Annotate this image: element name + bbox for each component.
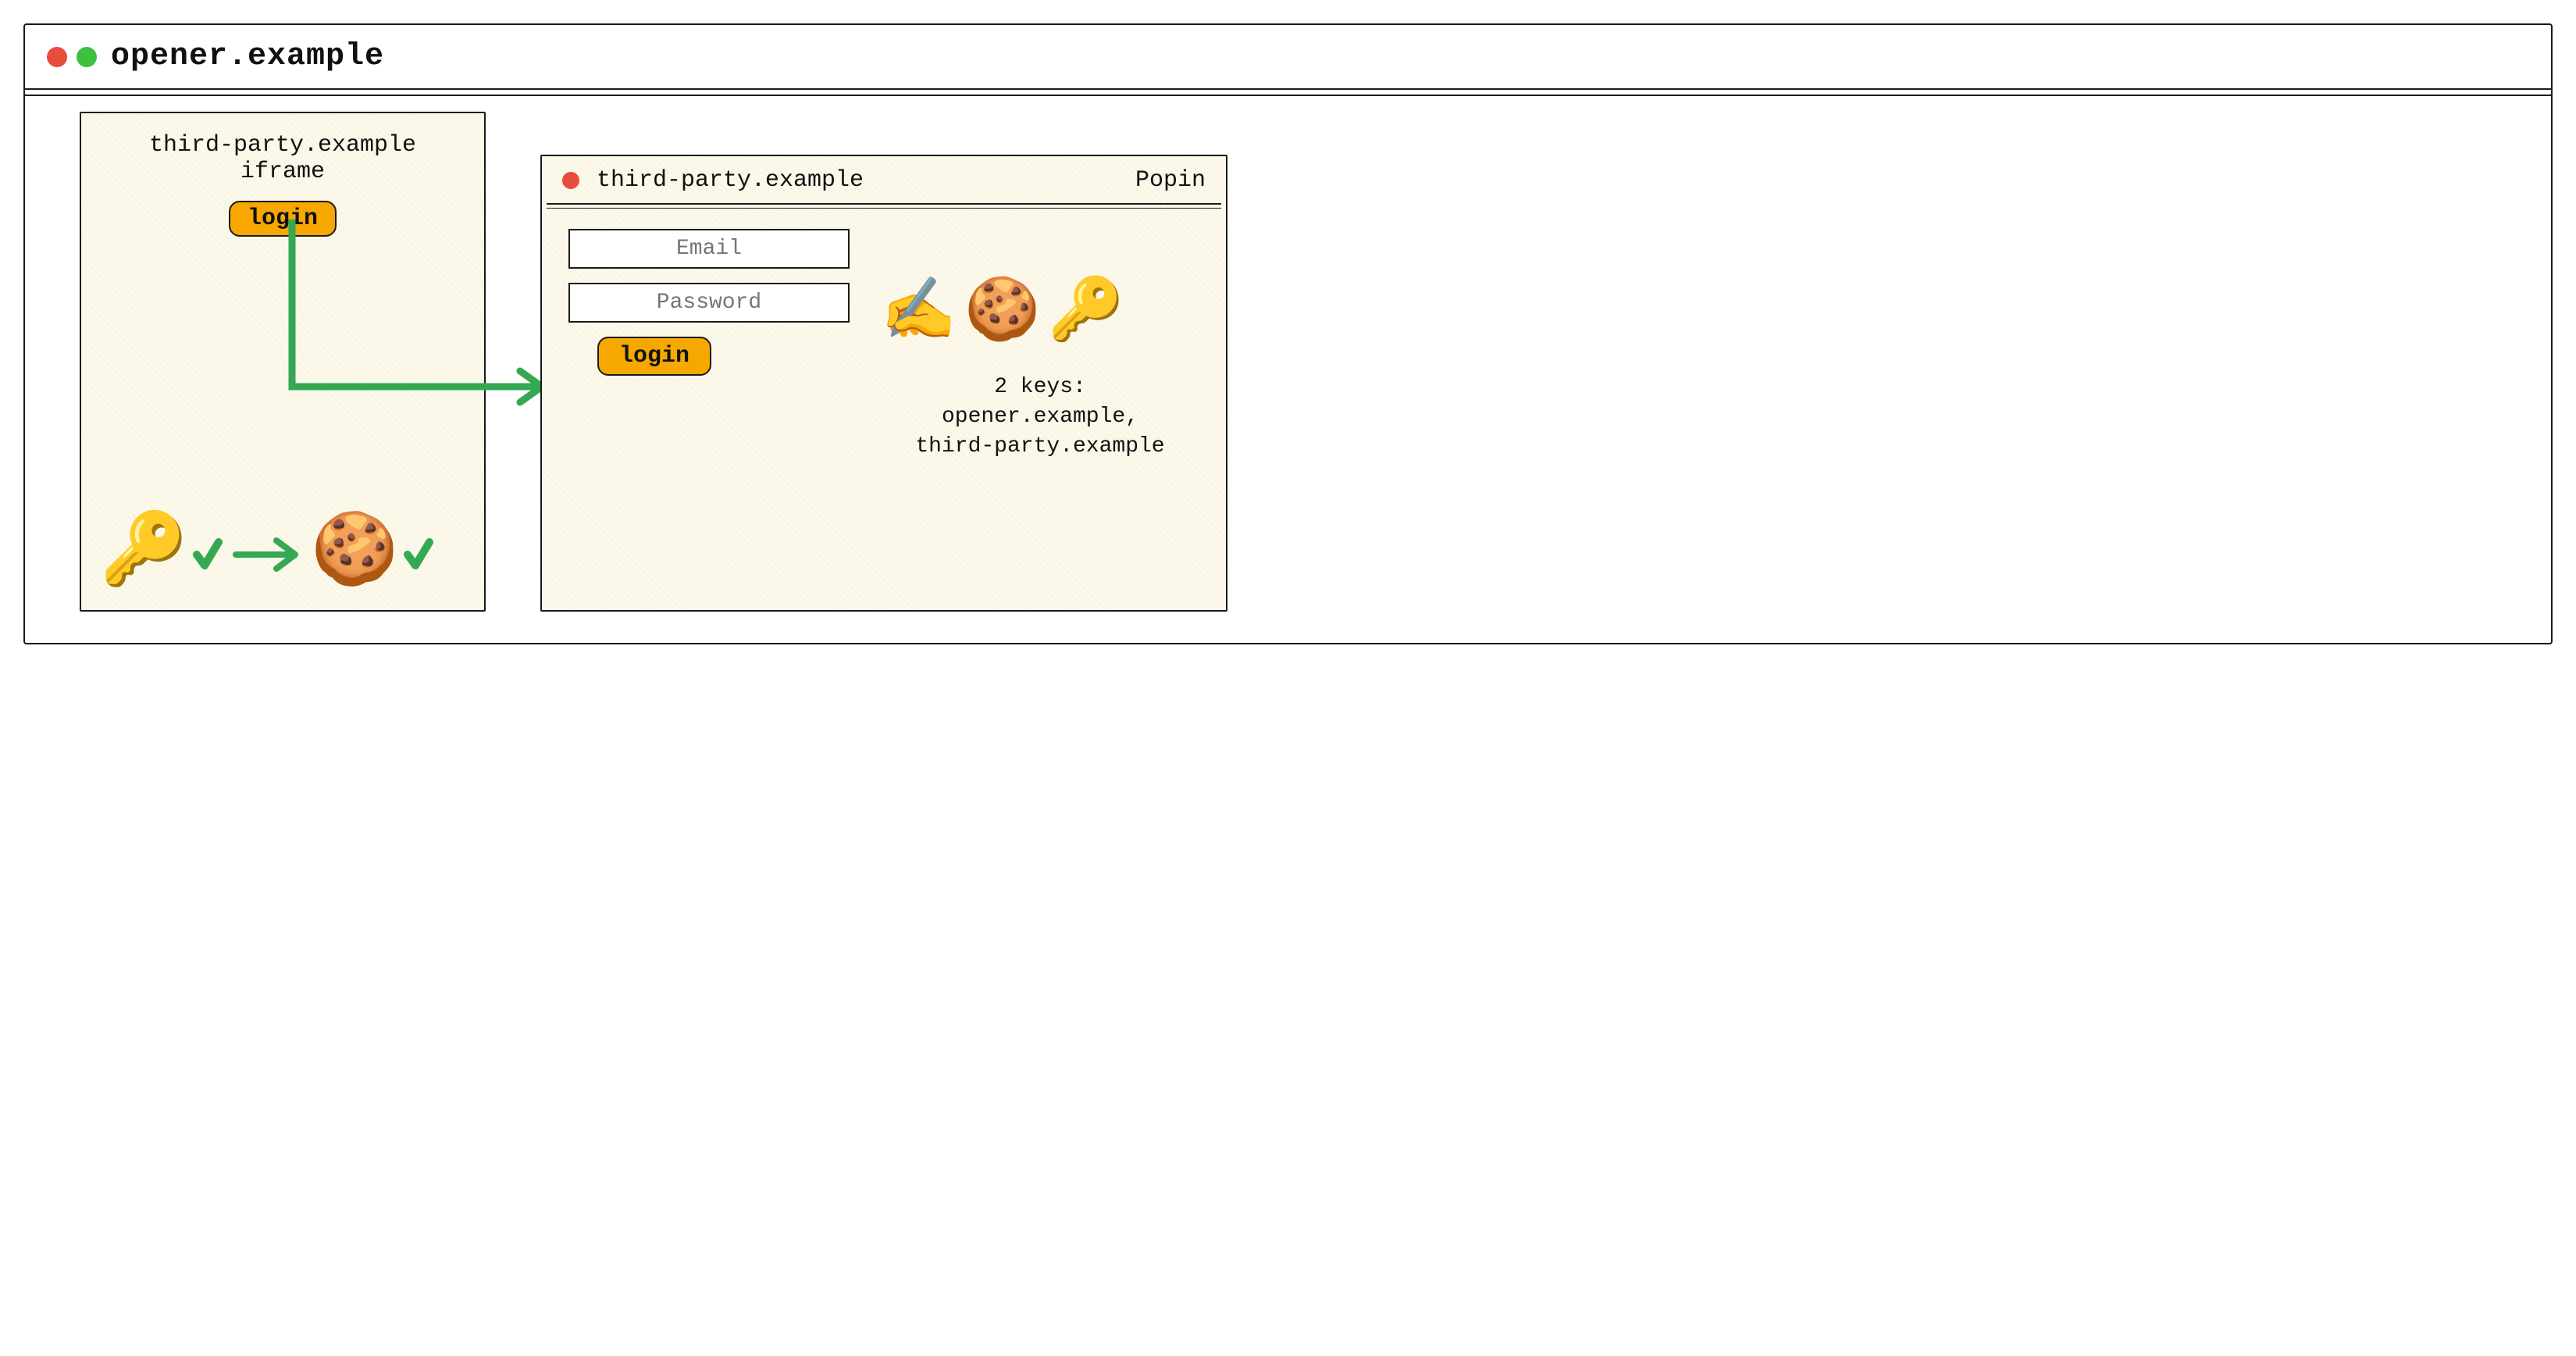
keys-line-2: third-party.example [881, 432, 1199, 462]
popin-right-column: ✍️ 🍪 🔑 2 keys: opener.example, third-par… [881, 229, 1199, 461]
popin-divider [547, 203, 1221, 205]
key-icon: 🔑 [1048, 284, 1124, 344]
check-icon [192, 531, 223, 578]
arrow-right-icon [228, 531, 306, 578]
writing-hand-icon: ✍️ [881, 284, 957, 344]
login-form: login [568, 229, 865, 461]
cookie-icon: 🍪 [311, 519, 398, 590]
iframe-label: third-party.example iframe [100, 132, 465, 185]
iframe-bottom-icons: 🔑 🍪 [100, 519, 434, 590]
main-window-title: opener.example [111, 39, 384, 74]
iframe-login-button[interactable]: login [229, 201, 337, 237]
popin-tag: Popin [1135, 167, 1206, 194]
popin-icon-row: ✍️ 🍪 🔑 [881, 284, 1199, 344]
password-field[interactable] [568, 283, 850, 323]
keys-heading: 2 keys: [881, 373, 1199, 402]
keys-line-1: opener.example, [881, 402, 1199, 432]
window-controls [47, 47, 97, 67]
key-icon: 🔑 [100, 519, 187, 590]
popin-panel: third-party.example Popin login ✍️ � [540, 155, 1227, 612]
popin-close-dot-icon[interactable] [562, 172, 579, 189]
popin-login-button[interactable]: login [597, 337, 711, 376]
email-field[interactable] [568, 229, 850, 269]
popin-titlebar: third-party.example Popin [542, 156, 1226, 203]
main-content-area: third-party.example iframe login 🔑 🍪 [25, 96, 2551, 643]
zoom-dot-icon[interactable] [77, 47, 97, 67]
check-icon [403, 531, 434, 578]
main-browser-window: opener.example third-party.example ifram… [23, 23, 2553, 644]
popin-body: login ✍️ 🍪 🔑 2 keys: opener.example, thi… [542, 209, 1226, 481]
popin-title: third-party.example [597, 167, 864, 194]
main-titlebar: opener.example [25, 25, 2551, 90]
cookie-icon: 🍪 [964, 284, 1040, 344]
iframe-panel: third-party.example iframe login 🔑 🍪 [80, 112, 486, 612]
close-dot-icon[interactable] [47, 47, 67, 67]
keys-description: 2 keys: opener.example, third-party.exam… [881, 373, 1199, 461]
